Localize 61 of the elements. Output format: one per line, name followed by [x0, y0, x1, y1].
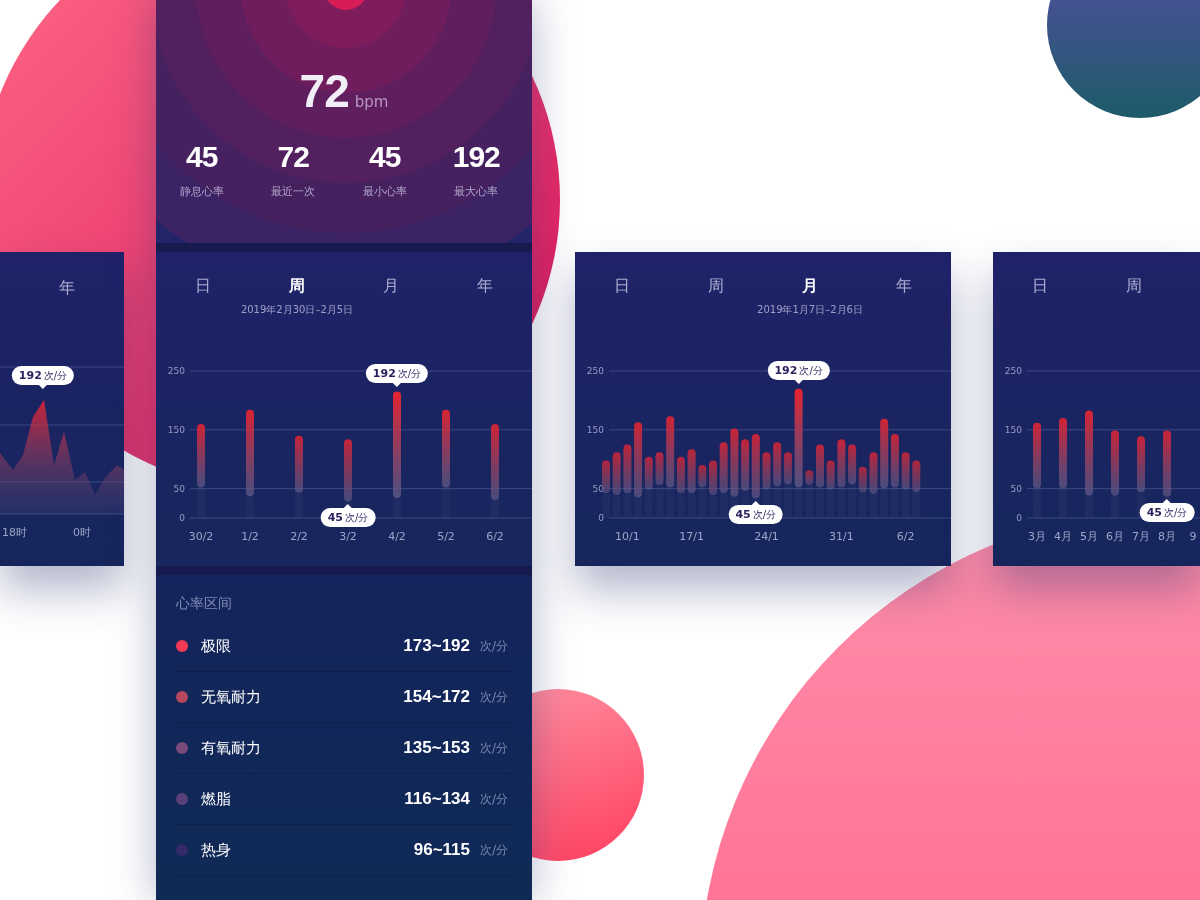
stat-value: 72	[277, 140, 309, 174]
zone-name: 热身	[201, 840, 232, 860]
zone-unit: 次/分	[480, 739, 510, 757]
bpm-unit: bpm	[354, 93, 389, 111]
axis-label: 250	[586, 366, 604, 376]
axis-label: 250	[167, 366, 185, 376]
zone-unit: 次/分	[480, 841, 510, 859]
date-range: 2019年2月30日–2月5日	[240, 303, 354, 317]
axis-label: 50	[1010, 483, 1022, 494]
axis-label: 5月	[1080, 530, 1098, 543]
zone-name: 极限	[201, 636, 232, 656]
axis-label: 31/1	[829, 530, 854, 543]
axis-label: 0	[1016, 513, 1022, 523]
axis-label: 1/2	[241, 530, 259, 543]
axis-label: 5/2	[437, 530, 455, 543]
axis-label: 3月	[1028, 530, 1046, 543]
axis-label: 18时	[2, 525, 27, 540]
axis-label: 150	[586, 424, 604, 435]
axis-label: 3/2	[339, 530, 357, 543]
stat-value: 45	[369, 140, 401, 174]
axis-label: 0时	[73, 525, 91, 540]
zone-unit: 次/分	[480, 637, 510, 655]
axis-label: 4/2	[388, 530, 406, 543]
axis-label: 7月	[1132, 530, 1150, 543]
zone-name: 燃脂	[201, 789, 232, 809]
axis-label: 50	[173, 483, 185, 494]
axis-label: 4月	[1054, 530, 1072, 543]
zone-range: 154~172	[403, 687, 470, 707]
stat-value: 45	[186, 140, 218, 174]
axis-label: 0	[179, 513, 185, 523]
zone-range: 96~115	[413, 840, 470, 860]
zone-range: 116~134	[404, 789, 470, 809]
axis-label: 150	[167, 424, 185, 435]
stat-label: 静息心率	[179, 184, 224, 199]
stat-label: 最小心率	[362, 184, 407, 199]
current-bpm: 72	[299, 64, 349, 118]
axis-label: 9	[1189, 530, 1197, 543]
axis-label: 6/2	[486, 530, 504, 543]
zone-name: 无氧耐力	[201, 687, 262, 707]
axis-label: 0	[598, 513, 604, 523]
zone-unit: 次/分	[480, 688, 510, 706]
axis-label: 24/1	[754, 530, 779, 543]
axis-label: 6/2	[896, 530, 915, 543]
zone-unit: 次/分	[480, 790, 510, 808]
axis-label: 150	[1004, 424, 1022, 435]
zone-name: 有氧耐力	[201, 738, 262, 758]
date-range: 2019年1月7日–2月6日	[757, 303, 863, 317]
stat-label: 最大心率	[454, 184, 499, 199]
axis-label: 30/2	[188, 530, 214, 543]
axis-label: 17/1	[679, 530, 704, 543]
stat-label: 最近一次	[271, 184, 316, 199]
stat-value: 192	[452, 140, 500, 174]
axis-label: 50	[592, 483, 604, 494]
zone-range: 173~192	[403, 636, 470, 656]
section-title: 心率区间	[176, 595, 233, 613]
axis-label: 250	[1004, 366, 1022, 376]
axis-label: 6月	[1106, 530, 1124, 543]
axis-label: 8月	[1158, 530, 1176, 543]
axis-label: 2/2	[290, 530, 308, 543]
zone-range: 135~153	[403, 738, 470, 758]
axis-label: 10/1	[615, 530, 640, 543]
